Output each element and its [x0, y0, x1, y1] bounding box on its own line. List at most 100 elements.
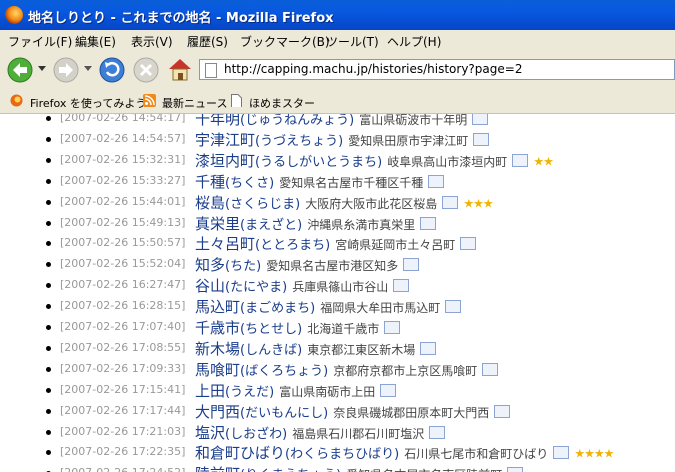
map-icon[interactable]	[420, 216, 437, 230]
place-name-link[interactable]: 知多	[195, 256, 225, 274]
map-icon[interactable]	[553, 446, 570, 460]
address-bar[interactable]: http://capping.machu.jp/histories/histor…	[199, 59, 675, 80]
place-name-link[interactable]: 和倉町ひばり	[195, 444, 285, 462]
bullet	[46, 366, 51, 372]
list-item: [2007-02-26 17:21:03] 塩沢(しおざわ) 福島県石川郡石川町塩…	[0, 422, 675, 443]
place-name-link[interactable]: 真栄里	[195, 215, 240, 233]
place-address: 奈良県磯城郡田原本町大門西	[333, 405, 490, 420]
list-item: [2007-02-26 15:33:27] 千種(ちくさ) 愛知県名古屋市千種区千…	[0, 171, 675, 192]
map-icon[interactable]	[460, 237, 477, 251]
map-icon[interactable]	[420, 341, 437, 355]
bullet	[46, 408, 51, 414]
place-address: 北海道千歳市	[307, 322, 380, 336]
map-icon[interactable]	[473, 132, 490, 146]
list-item: [2007-02-26 17:07:40] 千歳市(ちとせし) 北海道千歳市	[0, 317, 675, 338]
place-address: 石川県七尾市和倉町ひばり	[404, 447, 549, 462]
timestamp: [2007-02-26 15:44:01]	[60, 194, 186, 208]
stop-icon[interactable]	[132, 56, 160, 84]
map-icon[interactable]	[429, 425, 446, 439]
bullet	[46, 450, 51, 456]
menu-edit[interactable]: 編集(E)	[75, 33, 116, 50]
place-name-link[interactable]: 陸前町	[195, 465, 240, 472]
window-title: 地名しりとり - これまでの地名 - Mozilla Firefox	[28, 11, 334, 26]
map-icon[interactable]	[472, 114, 489, 125]
place-address: 愛知県名古屋市港区知多	[266, 259, 399, 274]
place-address: 沖縄県糸満市真栄里	[307, 217, 416, 232]
map-icon[interactable]	[428, 174, 445, 188]
timestamp: [2007-02-26 15:49:13]	[60, 215, 186, 229]
map-icon[interactable]	[393, 279, 410, 293]
timestamp: [2007-02-26 17:08:55]	[60, 340, 186, 354]
timestamp: [2007-02-26 17:07:40]	[60, 320, 186, 333]
list-item: [2007-02-26 17:09:33] 馬喰町(ばくろちょう) 京都府京都市上…	[0, 359, 675, 380]
place-address: 愛知県田原市宇津江町	[348, 133, 469, 148]
place-address: 兵庫県篠山市谷山	[292, 280, 389, 295]
page-icon	[205, 63, 217, 78]
bullet	[46, 116, 51, 121]
bookmark-homemastar[interactable]: ほめまスター	[249, 95, 315, 111]
place-name-link[interactable]: 上田	[195, 382, 225, 400]
bullet	[46, 220, 51, 226]
list-item: [2007-02-26 15:49:13] 真栄里(まえざと) 沖縄県糸満市真栄里	[0, 213, 675, 234]
menu-tools[interactable]: ツール(T)	[326, 33, 379, 50]
place-name-link[interactable]: 桜島	[195, 194, 225, 212]
menu-help[interactable]: ヘルプ(H)	[387, 33, 441, 50]
place-address: 東京都江東区新木場	[307, 342, 416, 357]
list-item: [2007-02-26 17:22:35] 和倉町ひばり(わくらまちひばり) 石川…	[0, 442, 675, 463]
forward-icon[interactable]	[52, 56, 82, 84]
place-reading: (りくまえちょう)	[240, 468, 341, 472]
place-address: 大阪府大阪市此花区桜島	[305, 196, 438, 211]
back-icon[interactable]	[6, 56, 36, 84]
star-rating[interactable]: ★★★	[463, 196, 493, 210]
bookmark-latest-news[interactable]: 最新ニュース	[162, 95, 227, 111]
place-name-link[interactable]: 漆垣内町	[195, 152, 255, 170]
menu-view[interactable]: 表示(V)	[131, 33, 173, 50]
place-address: 福岡県大牟田市馬込町	[320, 301, 441, 316]
place-name-link[interactable]: 谷山	[195, 277, 225, 295]
place-name-link[interactable]: 塩沢	[195, 424, 225, 442]
map-icon[interactable]	[384, 321, 401, 334]
reload-icon[interactable]	[98, 56, 126, 84]
place-name-link[interactable]: 新木場	[195, 340, 240, 358]
home-icon[interactable]	[166, 55, 194, 83]
timestamp: [2007-02-26 17:17:44]	[60, 403, 186, 417]
menu-history[interactable]: 履歴(S)	[187, 33, 228, 50]
address-text[interactable]: http://capping.machu.jp/histories/histor…	[224, 62, 522, 76]
place-address: 宮崎県延岡市土々呂町	[335, 238, 456, 253]
map-icon[interactable]	[494, 404, 511, 418]
timestamp: [2007-02-26 16:27:47]	[60, 278, 186, 292]
menu-bookmarks[interactable]: ブックマーク(B)	[240, 33, 330, 50]
page-content: [2007-02-26 14:54:17] 十年明(じゅうねんみょう) 富山県砺波…	[0, 114, 675, 472]
place-name-link[interactable]: 馬込町	[195, 298, 240, 316]
map-icon[interactable]	[445, 300, 462, 314]
back-dropdown-icon[interactable]	[38, 66, 46, 72]
place-name-link[interactable]: 馬喰町	[195, 361, 240, 379]
place-name-link[interactable]: 十年明	[195, 114, 240, 128]
place-address: 京都府京都市上京区馬喰町	[333, 363, 478, 378]
map-icon[interactable]	[442, 195, 459, 209]
place-reading: (だいもんにし)	[240, 405, 329, 421]
timestamp: [2007-02-26 15:32:31]	[60, 152, 186, 166]
map-icon[interactable]	[482, 362, 499, 376]
place-name-link[interactable]: 千歳市	[195, 319, 240, 337]
map-icon[interactable]	[512, 153, 529, 167]
place-reading: (まえざと)	[240, 217, 303, 233]
map-icon[interactable]	[507, 467, 524, 472]
menu-file[interactable]: ファイル(F)	[8, 33, 72, 50]
rss-icon	[143, 94, 156, 107]
bookmark-getting-started[interactable]: Firefox を使ってみよう	[30, 95, 146, 111]
bullet	[46, 429, 51, 435]
star-rating[interactable]: ★★	[533, 154, 553, 168]
place-name-link[interactable]: 千種	[195, 173, 225, 191]
place-name-link[interactable]: 土々呂町	[195, 235, 255, 253]
map-icon[interactable]	[403, 258, 420, 272]
forward-dropdown-icon[interactable]	[84, 66, 92, 72]
star-rating[interactable]: ★★★★	[574, 447, 614, 461]
place-name-link[interactable]: 大門西	[195, 403, 240, 421]
map-icon[interactable]	[380, 383, 397, 397]
bullet	[46, 262, 51, 268]
place-name-link[interactable]: 宇津江町	[195, 131, 255, 149]
title-bar: 地名しりとり - これまでの地名 - Mozilla Firefox	[0, 0, 675, 30]
list-item: [2007-02-26 16:28:15] 馬込町(まごめまち) 福岡県大牟田市馬…	[0, 296, 675, 317]
place-reading: (うえだ)	[225, 384, 275, 400]
